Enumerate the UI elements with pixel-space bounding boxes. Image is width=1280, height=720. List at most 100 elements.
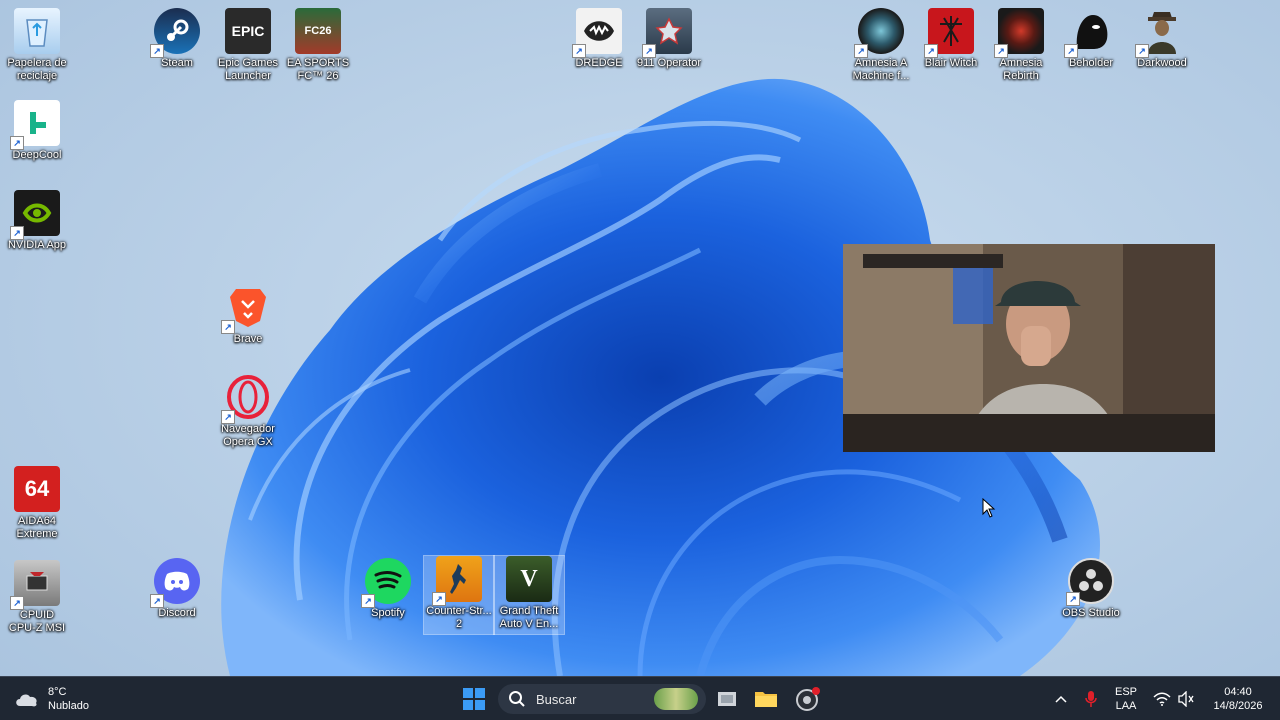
steam-icon[interactable]: ↗ Steam <box>142 8 212 70</box>
volume-button[interactable] <box>1174 677 1198 720</box>
counter-strike-2-icon[interactable]: ↗ Counter-Str... 2 <box>423 555 495 635</box>
recycle-bin-image <box>14 8 60 54</box>
taskbar: 8°C Nublado Buscar ESP LAA 04:40 14/8/20… <box>0 676 1280 720</box>
amnesia-machine-icon[interactable]: ↗ Amnesia A Machine f... <box>846 8 916 83</box>
language-bottom: LAA <box>1115 699 1137 712</box>
gta-v-icon[interactable]: V Grand Theft Auto V En... <box>493 555 565 635</box>
gta-v-image: V <box>506 556 552 602</box>
nvidia-app-icon[interactable]: ↗ NVIDIA App <box>2 190 72 252</box>
language-indicator[interactable]: ESP LAA <box>1108 677 1144 720</box>
nvidia-image: ↗ <box>10 190 60 240</box>
webcam-scene <box>843 244 1215 452</box>
shortcut-arrow-icon: ↗ <box>361 594 375 608</box>
spotify-icon[interactable]: ↗ Spotify <box>353 558 423 620</box>
aida64-icon[interactable]: 64 AIDA64 Extreme <box>2 466 72 541</box>
deepcool-label: DeepCool <box>12 149 62 161</box>
darkwood-image: ↗ <box>1135 8 1185 58</box>
weather-widget[interactable]: 8°C Nublado <box>14 677 124 720</box>
blair-witch-icon[interactable]: ↗ Blair Witch <box>916 8 986 70</box>
amnesia-rebirth-icon[interactable]: ↗ Amnesia Rebirth <box>986 8 1056 83</box>
cpuid-icon[interactable]: ↗ CPUID CPU-Z MSI <box>2 560 72 635</box>
obs-studio-icon[interactable]: ↗ OBS Studio <box>1056 558 1126 620</box>
cpuid-image: ↗ <box>10 560 60 610</box>
language-top: ESP <box>1114 685 1137 698</box>
counter-strike-2-label: Counter-Str... 2 <box>426 605 492 630</box>
task-view-icon <box>718 691 736 706</box>
recycle-bin-label: Papelera de reciclaje <box>7 57 67 82</box>
search-highlight-image <box>654 688 698 710</box>
deepcool-image: ↗ <box>10 100 60 150</box>
ea-sports-fc-icon[interactable]: FC26 EA SPORTS FC™ 26 <box>283 8 353 83</box>
911-operator-icon[interactable]: ↗ 911 Operator <box>634 8 704 70</box>
opera-gx-icon[interactable]: ↗ Navegador Opera GX <box>213 374 283 449</box>
shortcut-arrow-icon: ↗ <box>150 594 164 608</box>
nvidia-label: NVIDIA App <box>7 239 67 251</box>
gta-v-label: Grand Theft Auto V En... <box>499 605 559 630</box>
start-button[interactable] <box>458 677 490 720</box>
dredge-icon[interactable]: ↗ DREDGE <box>564 8 634 70</box>
opera-gx-label: Navegador Opera GX <box>221 423 275 448</box>
shortcut-arrow-icon: ↗ <box>572 44 586 58</box>
show-hidden-icons-button[interactable] <box>1050 677 1072 720</box>
windows-logo-icon <box>463 687 485 710</box>
epic-games-image: EPIC <box>225 8 271 54</box>
network-button[interactable] <box>1150 677 1174 720</box>
weather-temperature: 8°C <box>48 685 67 698</box>
shortcut-arrow-icon: ↗ <box>1064 44 1078 58</box>
shortcut-arrow-icon: ↗ <box>924 44 938 58</box>
shortcut-arrow-icon: ↗ <box>1066 592 1080 606</box>
clock-time: 04:40 <box>1224 685 1252 698</box>
brave-image: ↗ <box>221 284 271 334</box>
search-placeholder: Buscar <box>536 691 577 707</box>
clock-date: 14/8/2026 <box>1213 699 1263 712</box>
aida64-image: 64 <box>14 466 60 512</box>
epic-games-icon[interactable]: EPIC Epic Games Launcher <box>213 8 283 83</box>
shortcut-arrow-icon: ↗ <box>10 226 24 240</box>
911-operator-label: 911 Operator <box>636 57 701 69</box>
discord-icon[interactable]: ↗ Discord <box>142 558 212 620</box>
mouse-cursor-icon <box>982 498 996 518</box>
blair-witch-image: ↗ <box>924 8 974 58</box>
deepcool-icon[interactable]: ↗ DeepCool <box>2 100 72 162</box>
spotify-image: ↗ <box>361 558 411 608</box>
brave-icon[interactable]: ↗ Brave <box>213 284 283 346</box>
obs-studio-image: ↗ <box>1066 558 1114 606</box>
brave-label: Brave <box>233 333 263 345</box>
darkwood-icon[interactable]: ↗ Darkwood <box>1127 8 1197 70</box>
app-badge-icon <box>796 686 820 711</box>
microphone-button[interactable] <box>1080 677 1102 720</box>
obs-studio-label: OBS Studio <box>1062 607 1120 619</box>
shortcut-arrow-icon: ↗ <box>221 320 235 334</box>
task-view-button[interactable] <box>714 677 740 720</box>
taskbar-app-button[interactable] <box>793 677 823 720</box>
darkwood-label: Darkwood <box>1137 57 1187 69</box>
clock[interactable]: 04:40 14/8/2026 <box>1202 677 1274 720</box>
volume-muted-icon <box>1178 690 1194 707</box>
recycle-bin-icon[interactable]: Papelera de reciclaje <box>2 8 72 83</box>
spotify-label: Spotify <box>371 607 405 619</box>
cloud-icon <box>16 694 37 706</box>
shortcut-arrow-icon: ↗ <box>150 44 164 58</box>
shortcut-arrow-icon: ↗ <box>642 44 656 58</box>
wifi-icon <box>1153 692 1171 706</box>
dredge-label: DREDGE <box>575 57 623 69</box>
microphone-icon <box>1085 690 1097 707</box>
beholder-icon[interactable]: ↗ Beholder <box>1056 8 1126 70</box>
blair-witch-label: Blair Witch <box>924 57 978 69</box>
weather-description: Nublado <box>48 699 89 712</box>
dredge-image: ↗ <box>572 8 622 58</box>
taskbar-search-box[interactable]: Buscar <box>498 684 706 714</box>
discord-image: ↗ <box>150 558 200 608</box>
shortcut-arrow-icon: ↗ <box>10 596 24 610</box>
shortcut-arrow-icon: ↗ <box>994 44 1008 58</box>
steam-label: Steam <box>161 57 193 69</box>
shortcut-arrow-icon: ↗ <box>854 44 868 58</box>
shortcut-arrow-icon: ↗ <box>221 410 235 424</box>
folder-icon <box>755 691 777 707</box>
file-explorer-button[interactable] <box>752 677 780 720</box>
steam-image: ↗ <box>150 8 200 58</box>
search-icon <box>509 691 525 707</box>
amnesia-machine-label: Amnesia A Machine f... <box>852 57 910 82</box>
beholder-label: Beholder <box>1068 57 1114 69</box>
counter-strike-2-image: ↗ <box>432 556 482 606</box>
